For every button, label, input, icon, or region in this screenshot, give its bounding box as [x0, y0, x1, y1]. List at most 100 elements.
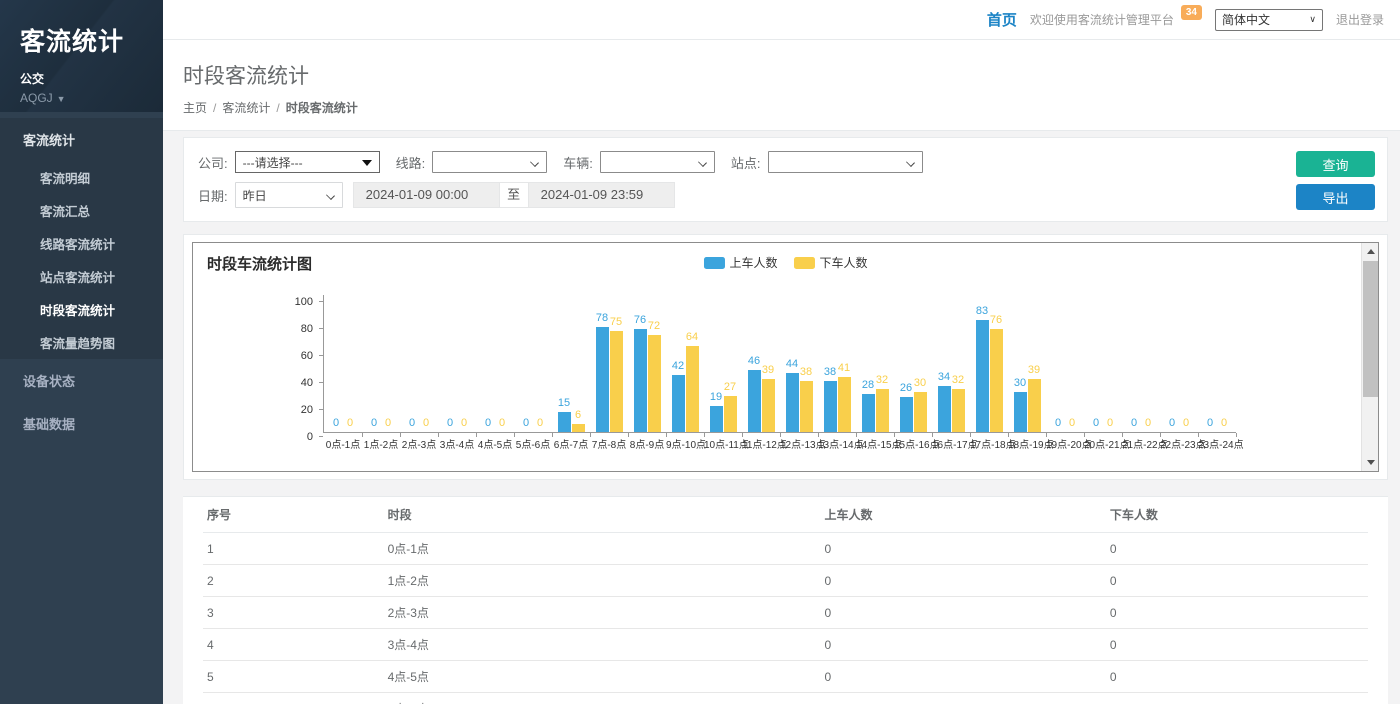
- vehicle-select[interactable]: [600, 151, 715, 173]
- legend-item[interactable]: 上车人数: [703, 254, 777, 271]
- x-axis-tick-label: 8点-9点: [628, 433, 666, 451]
- bar-value-label: 0: [371, 417, 377, 429]
- sidebar-subitem[interactable]: 客流明细: [0, 161, 163, 194]
- sidebar-logo-block: 客流统计 公交 AQGJ▼: [0, 0, 163, 112]
- table-header-cell: 下车人数: [1106, 497, 1368, 533]
- chart-bar[interactable]: 6: [572, 424, 585, 432]
- chart-bar[interactable]: 42: [672, 375, 685, 432]
- sidebar-subitem[interactable]: 线路客流统计: [0, 227, 163, 260]
- chart-bar[interactable]: 19: [710, 406, 723, 432]
- date-from-input[interactable]: 2024-01-09 00:00: [353, 182, 500, 208]
- chevron-down-icon: ▼: [57, 94, 66, 104]
- app-title: 客流统计: [20, 22, 163, 58]
- station-select[interactable]: [768, 151, 923, 173]
- chart-bar[interactable]: 38: [800, 381, 813, 432]
- scroll-down-icon[interactable]: [1362, 454, 1379, 471]
- chart-bar[interactable]: 75: [610, 331, 623, 432]
- chart-bar[interactable]: 39: [762, 379, 775, 432]
- chart-bar[interactable]: 28: [862, 394, 875, 432]
- notification-badge[interactable]: 34: [1181, 5, 1202, 20]
- date-to-input[interactable]: 2024-01-09 23:59: [528, 182, 675, 208]
- y-axis-tick-mark: [319, 301, 323, 302]
- sidebar-subitem[interactable]: 时段客流统计: [0, 293, 163, 326]
- line-select[interactable]: [432, 151, 547, 173]
- logout-link[interactable]: 退出登录: [1336, 11, 1384, 28]
- chart-bar[interactable]: 32: [952, 389, 965, 432]
- sidebar-subitem[interactable]: 站点客流统计: [0, 260, 163, 293]
- sidebar-subitem[interactable]: 客流量趋势图: [0, 326, 163, 359]
- sidebar-subitem[interactable]: 客流汇总: [0, 194, 163, 227]
- dropdown-arrow-icon: [362, 160, 372, 166]
- scrollbar-thumb[interactable]: [1363, 261, 1378, 397]
- chart-bar[interactable]: 76: [634, 329, 647, 432]
- user-menu[interactable]: AQGJ▼: [20, 91, 163, 105]
- chart-bar[interactable]: 39: [1028, 379, 1041, 432]
- chart-category-group: 00: [362, 294, 400, 432]
- chart-bar[interactable]: 83: [976, 320, 989, 432]
- chart-bar[interactable]: 32: [876, 389, 889, 432]
- chart-bar[interactable]: 27: [724, 396, 737, 432]
- breadcrumb-item[interactable]: 客流统计: [222, 101, 270, 115]
- chart-bar[interactable]: 41: [838, 377, 851, 432]
- table-cell: 2: [203, 565, 384, 597]
- x-axis-tick-label: 3点-4点: [438, 433, 476, 451]
- bar-value-label: 0: [385, 417, 391, 429]
- chart-bar[interactable]: 26: [900, 397, 913, 432]
- bar-value-label: 0: [461, 417, 467, 429]
- date-label: 日期:: [198, 186, 228, 205]
- language-select[interactable]: 简体中文 ∨: [1215, 9, 1323, 31]
- chart-category-group: 3039: [1008, 294, 1046, 432]
- date-range-select[interactable]: 昨日: [235, 182, 343, 208]
- query-button[interactable]: 查询: [1296, 151, 1375, 177]
- breadcrumb-item[interactable]: 主页: [183, 101, 207, 115]
- sidebar-item-base-data[interactable]: 基础数据: [0, 402, 163, 445]
- scroll-up-icon[interactable]: [1362, 243, 1379, 260]
- x-axis-tick-label: 23点-24点: [1198, 433, 1236, 451]
- export-button[interactable]: 导出: [1296, 184, 1375, 210]
- bar-value-label: 78: [596, 312, 608, 324]
- table-row: 32点-3点00: [203, 597, 1368, 629]
- chart-bar[interactable]: 30: [1014, 392, 1027, 433]
- y-axis-tick-mark: [319, 355, 323, 356]
- bar-value-label: 27: [724, 381, 736, 393]
- chart-category-group: 00: [1198, 294, 1236, 432]
- chart-bar[interactable]: 78: [596, 327, 609, 432]
- chart-bar[interactable]: 76: [990, 329, 1003, 432]
- bar-value-label: 83: [976, 305, 988, 317]
- table-cell: 6: [203, 693, 384, 704]
- home-link[interactable]: 首页: [987, 9, 1017, 30]
- chart-bar[interactable]: 72: [648, 335, 661, 432]
- x-axis-tick-label: 6点-7点: [552, 433, 590, 451]
- chart-category-group: 4438: [780, 294, 818, 432]
- page-title: 时段客流统计: [183, 60, 1380, 90]
- bar-value-label: 0: [333, 417, 339, 429]
- chevron-down-icon: [906, 158, 915, 167]
- chart-bar[interactable]: 44: [786, 373, 799, 432]
- legend-item[interactable]: 下车人数: [794, 254, 868, 271]
- legend-label: 下车人数: [820, 254, 868, 271]
- filter-panel: 公司: ---请选择--- 线路: 车辆:: [183, 137, 1388, 222]
- sidebar-item-device-status[interactable]: 设备状态: [0, 359, 163, 402]
- sidebar-item-passenger-stats[interactable]: 客流统计: [0, 118, 163, 161]
- bar-value-label: 0: [1131, 417, 1137, 429]
- chart-scrollbar[interactable]: [1361, 243, 1378, 471]
- bar-value-label: 15: [558, 397, 570, 409]
- chart-bar[interactable]: 15: [558, 412, 571, 432]
- y-axis-tick-mark: [319, 328, 323, 329]
- chart-bar[interactable]: 64: [686, 346, 699, 432]
- chart-bar[interactable]: 46: [748, 370, 761, 432]
- chart-category-group: 00: [324, 294, 362, 432]
- breadcrumb-separator: /: [276, 101, 279, 115]
- bar-value-label: 38: [800, 366, 812, 378]
- x-axis-tick-label: 1点-2点: [362, 433, 400, 451]
- chart-bar[interactable]: 30: [914, 392, 927, 433]
- content: 公司: ---请选择--- 线路: 车辆:: [163, 131, 1400, 704]
- table-cell: 0: [1106, 629, 1368, 661]
- chart-bar[interactable]: 38: [824, 381, 837, 432]
- chart-category-group: 00: [438, 294, 476, 432]
- table-cell: 3: [203, 597, 384, 629]
- company-select[interactable]: ---请选择---: [235, 151, 380, 173]
- table-cell: 0: [820, 565, 1105, 597]
- table-cell: 0: [1106, 565, 1368, 597]
- chart-bar[interactable]: 34: [938, 386, 951, 432]
